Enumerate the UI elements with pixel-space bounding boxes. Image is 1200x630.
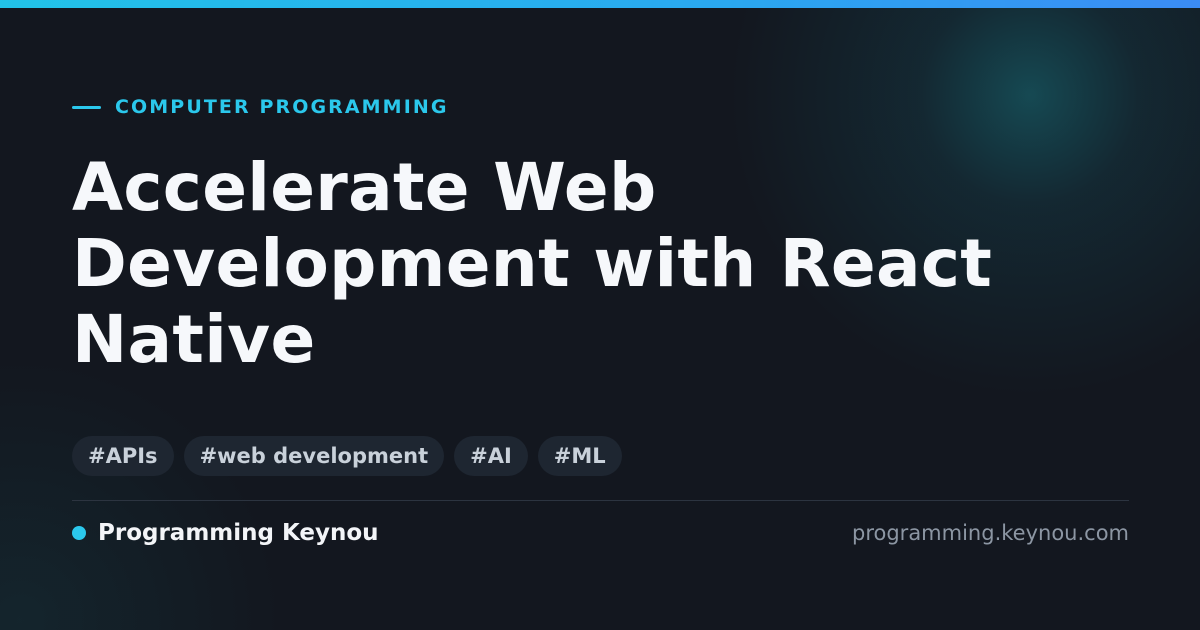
category-label: COMPUTER PROGRAMMING bbox=[115, 96, 449, 118]
tag-apis: #APIs bbox=[72, 436, 174, 476]
site-domain: programming.keynou.com bbox=[852, 521, 1129, 545]
brand-dot-icon bbox=[72, 526, 86, 540]
article-title: Accelerate Web Development with React Na… bbox=[72, 149, 993, 378]
brand-name: Programming Keynou bbox=[98, 520, 379, 546]
footer-divider bbox=[72, 500, 1129, 501]
category-eyebrow: COMPUTER PROGRAMMING bbox=[72, 96, 449, 118]
tag-ml: #ML bbox=[537, 436, 622, 476]
eyebrow-line-icon bbox=[72, 105, 101, 109]
tag-ai: #AI bbox=[454, 436, 528, 476]
share-card: COMPUTER PROGRAMMING Accelerate Web Deve… bbox=[0, 0, 1200, 630]
tag-web-development: #web development bbox=[183, 436, 445, 476]
brand: Programming Keynou bbox=[72, 519, 379, 547]
tag-list: #APIs #web development #AI #ML bbox=[72, 436, 622, 476]
top-accent-bar bbox=[0, 0, 1200, 8]
